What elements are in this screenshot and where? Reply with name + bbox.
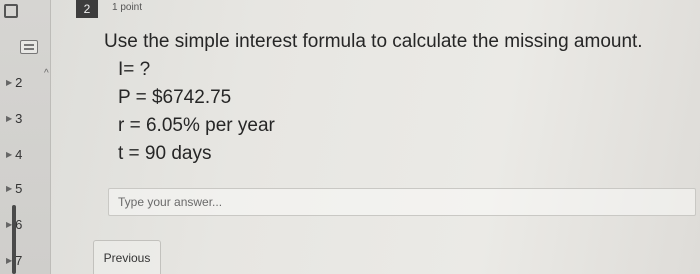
sidebar-item-7[interactable]: ▶ 7: [0, 250, 50, 270]
sidebar-item-4[interactable]: ▶ 4: [0, 144, 50, 164]
question-number-badge: 2: [76, 0, 98, 18]
given-time: t = 90 days: [118, 143, 212, 164]
sidebar-item-label: 5: [15, 180, 23, 196]
sidebar-item-label: 7: [15, 252, 23, 268]
menu-square-icon[interactable]: [4, 4, 18, 18]
answer-field-container: [108, 188, 696, 216]
bullet-icon: ▶: [6, 183, 13, 193]
sidebar-item-label: 2: [15, 74, 23, 90]
given-rate: r = 6.05% per year: [118, 115, 275, 136]
sidebar-scrollbar[interactable]: [12, 205, 16, 274]
answer-input[interactable]: [109, 189, 695, 215]
sidebar-item-label: 4: [15, 146, 23, 162]
question-body: Use the simple interest formula to calcu…: [104, 28, 694, 168]
previous-button[interactable]: Previous: [93, 240, 161, 274]
given-interest: I= ?: [118, 59, 151, 80]
sidebar-item-3[interactable]: ▶ 3: [0, 108, 50, 128]
question-prompt: Use the simple interest formula to calcu…: [104, 31, 643, 52]
points-label: 1 point: [112, 2, 143, 13]
question-sidebar: ^ ▶ 2 ▶ 3 ▶ 4 ▶ 5 ▶ 6 ▶ 7: [0, 0, 51, 274]
sidebar-item-label: 6: [15, 216, 23, 232]
document-icon[interactable]: [20, 40, 38, 54]
sidebar-item-6[interactable]: ▶ 6: [0, 214, 50, 234]
sidebar-item-5[interactable]: ▶ 5: [0, 178, 50, 198]
bullet-icon: ▶: [6, 113, 13, 123]
sidebar-item-2[interactable]: ▶ 2: [0, 72, 50, 92]
bullet-icon: ▶: [6, 77, 13, 87]
sidebar-item-label: 3: [15, 110, 23, 126]
given-principal: P = $6742.75: [118, 87, 232, 108]
bullet-icon: ▶: [6, 149, 13, 159]
